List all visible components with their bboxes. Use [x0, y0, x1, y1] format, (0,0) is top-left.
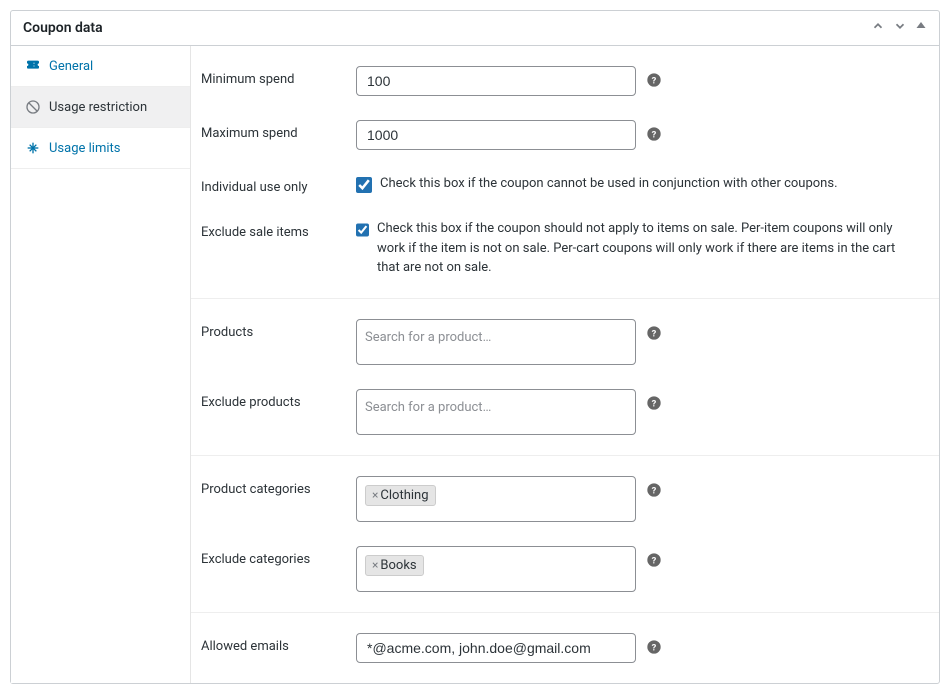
label-exclude-sale: Exclude sale items [201, 219, 356, 240]
row-min-spend: Minimum spend ? [191, 54, 939, 108]
help-icon[interactable]: ? [646, 395, 662, 411]
row-exclude-categories: Exclude categories × Books ? [191, 534, 939, 604]
help-icon[interactable]: ? [646, 72, 662, 88]
products-placeholder: Search for a product… [365, 328, 491, 347]
sidebar-label: General [49, 59, 93, 74]
individual-use-checkbox[interactable] [356, 177, 372, 193]
label-product-categories: Product categories [201, 476, 356, 497]
row-individual-use: Individual use only Check this box if th… [191, 162, 939, 207]
row-products: Products Search for a product… ? [191, 307, 939, 377]
section-categories: Product categories × Clothing ? [191, 456, 939, 613]
sidebar-item-general[interactable]: General [11, 46, 190, 87]
form-area: Minimum spend ? Maximum spend [191, 46, 939, 683]
label-products: Products [201, 319, 356, 340]
coupon-data-panel: Coupon data General Usage restriction [10, 10, 940, 684]
ticket-icon [25, 58, 41, 74]
move-down-icon[interactable] [893, 19, 907, 37]
exclude-sale-checkbox[interactable] [356, 222, 369, 238]
svg-text:?: ? [652, 555, 657, 566]
row-allowed-emails: Allowed emails ? [191, 621, 939, 675]
allowed-emails-input[interactable] [356, 633, 636, 663]
svg-text:?: ? [652, 642, 657, 653]
sidebar-label: Usage restriction [49, 100, 147, 115]
limits-icon [25, 140, 41, 156]
category-tag: × Clothing [365, 485, 436, 506]
row-exclude-sale: Exclude sale items Check this box if the… [191, 207, 939, 290]
individual-use-desc: Check this box if the coupon cannot be u… [380, 174, 838, 194]
label-exclude-products: Exclude products [201, 389, 356, 410]
category-tag: × Books [365, 555, 424, 576]
remove-tag-icon[interactable]: × [372, 488, 378, 502]
max-spend-input[interactable] [356, 120, 636, 150]
panel-title: Coupon data [23, 20, 103, 36]
move-up-icon[interactable] [871, 19, 885, 37]
svg-text:?: ? [652, 75, 657, 86]
help-icon[interactable]: ? [646, 325, 662, 341]
svg-text:?: ? [652, 129, 657, 140]
min-spend-input[interactable] [356, 66, 636, 96]
row-max-spend: Maximum spend ? [191, 108, 939, 162]
block-icon [25, 99, 41, 115]
section-emails: Allowed emails ? [191, 613, 939, 683]
panel-body: General Usage restriction Usage limits M… [11, 46, 939, 683]
product-categories-input[interactable]: × Clothing [356, 476, 636, 522]
exclude-products-placeholder: Search for a product… [365, 398, 491, 417]
products-input[interactable]: Search for a product… [356, 319, 636, 365]
section-spend: Minimum spend ? Maximum spend [191, 46, 939, 299]
exclude-categories-input[interactable]: × Books [356, 546, 636, 592]
sidebar: General Usage restriction Usage limits [11, 46, 191, 683]
help-icon[interactable]: ? [646, 552, 662, 568]
label-individual-use: Individual use only [201, 174, 356, 195]
label-min-spend: Minimum spend [201, 66, 356, 87]
panel-controls [871, 19, 927, 37]
row-product-categories: Product categories × Clothing ? [191, 464, 939, 534]
svg-text:?: ? [652, 485, 657, 496]
sidebar-label: Usage limits [49, 141, 120, 156]
row-exclude-products: Exclude products Search for a product… ? [191, 377, 939, 447]
help-icon[interactable]: ? [646, 639, 662, 655]
sidebar-item-usage-limits[interactable]: Usage limits [11, 128, 190, 169]
sidebar-item-usage-restriction[interactable]: Usage restriction [11, 87, 190, 128]
section-products: Products Search for a product… ? Exclu [191, 299, 939, 456]
svg-text:?: ? [652, 328, 657, 339]
panel-header: Coupon data [11, 11, 939, 46]
help-icon[interactable]: ? [646, 482, 662, 498]
toggle-panel-icon[interactable] [915, 19, 927, 37]
exclude-products-input[interactable]: Search for a product… [356, 389, 636, 435]
label-max-spend: Maximum spend [201, 120, 356, 141]
help-icon[interactable]: ? [646, 126, 662, 142]
exclude-sale-desc: Check this box if the coupon should not … [377, 219, 919, 278]
label-exclude-categories: Exclude categories [201, 546, 356, 567]
tag-label: Clothing [380, 488, 428, 503]
svg-text:?: ? [652, 398, 657, 409]
tag-label: Books [380, 558, 416, 573]
remove-tag-icon[interactable]: × [372, 558, 378, 572]
